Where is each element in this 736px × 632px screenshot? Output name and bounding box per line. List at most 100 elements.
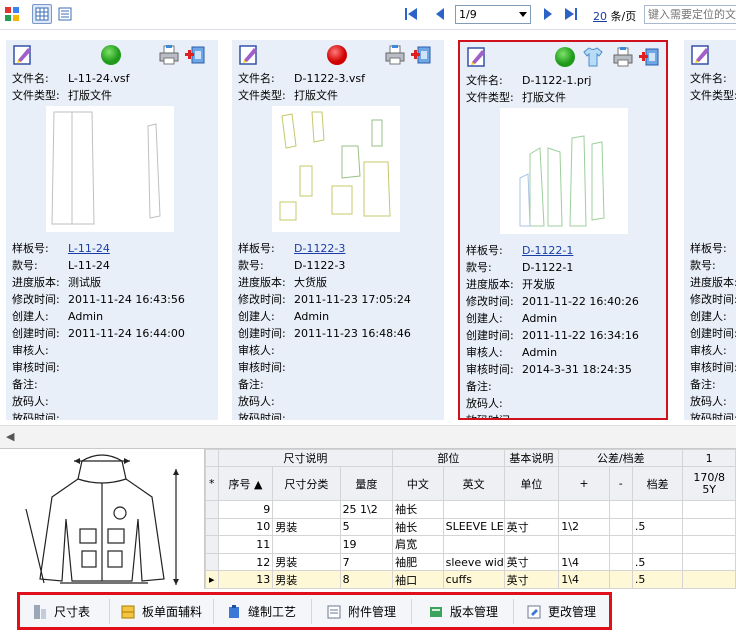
table-cell[interactable]: 25 1\2 bbox=[339, 500, 394, 519]
column-header[interactable]: 尺寸分类 bbox=[272, 466, 341, 501]
table-cell[interactable]: 男装 bbox=[272, 552, 341, 572]
group-header[interactable]: 尺寸说明 bbox=[217, 449, 394, 467]
list-view-icon[interactable] bbox=[55, 4, 75, 24]
table-cell[interactable] bbox=[682, 517, 736, 537]
table-cell[interactable] bbox=[558, 500, 610, 519]
table-cell[interactable] bbox=[631, 500, 684, 519]
table-cell[interactable] bbox=[682, 570, 736, 589]
tab-sewing-process[interactable]: 缝制工艺 bbox=[220, 599, 312, 624]
table-row[interactable]: 11 19 肩宽 bbox=[205, 535, 736, 554]
table-row[interactable]: 10男装5袖长SLEEVE LEN英寸1\2 .5 bbox=[205, 517, 736, 537]
table-cell[interactable] bbox=[608, 535, 633, 554]
app-logo-icon[interactable] bbox=[2, 4, 22, 24]
table-cell[interactable]: 10 bbox=[217, 517, 274, 537]
column-header[interactable]: 序号 ▲ bbox=[217, 466, 274, 501]
table-cell[interactable]: 男装 bbox=[272, 570, 341, 589]
field-value[interactable]: L-11-24 bbox=[68, 242, 110, 255]
add-file-icon[interactable] bbox=[638, 46, 660, 68]
next-page-icon[interactable] bbox=[542, 7, 554, 21]
table-cell[interactable]: 19 bbox=[339, 535, 394, 554]
pattern-thumbnail[interactable] bbox=[500, 108, 628, 234]
table-cell[interactable]: 1\4 bbox=[558, 552, 610, 572]
file-card[interactable]: 文件名: 文件类型: 样板号: 款号: 进度版本: 修改时间: 创建人: 创建时间: 审核人: 审… bbox=[684, 40, 736, 420]
add-file-icon[interactable] bbox=[184, 44, 206, 66]
add-file-icon[interactable] bbox=[410, 44, 432, 66]
tab-change-management[interactable]: 更改管理 bbox=[520, 599, 610, 624]
table-cell[interactable]: 男装 bbox=[272, 517, 341, 537]
file-card[interactable]: 文件名: L-11-24.vsf 文件类型: 打版文件 样板号: L-11-24 款号: L-… bbox=[6, 40, 218, 420]
table-cell[interactable]: 英寸 bbox=[503, 570, 560, 589]
field-value[interactable]: D-1122-3 bbox=[294, 242, 345, 255]
last-page-icon[interactable] bbox=[565, 7, 577, 21]
file-card[interactable]: 文件名: D-1122-3.vsf 文件类型: 打版文件 样板号: D-1122-3 款号:… bbox=[232, 40, 444, 420]
first-page-icon[interactable] bbox=[405, 7, 417, 21]
table-cell[interactable]: 1\2 bbox=[558, 517, 610, 537]
print-icon[interactable] bbox=[612, 46, 634, 68]
table-cell[interactable]: 13 bbox=[217, 570, 274, 589]
table-cell[interactable] bbox=[608, 517, 633, 537]
field-value[interactable]: D-1122-1 bbox=[522, 244, 573, 257]
table-row[interactable]: 12男装7袖肥sleeve widtl英寸1\4 .5 bbox=[205, 552, 736, 572]
table-row[interactable]: ▸ 13 男装 8 袖口 cuffs 英寸 1\4 .5 bbox=[205, 570, 736, 589]
table-cell[interactable]: 1\4 bbox=[558, 570, 610, 589]
table-cell[interactable]: sleeve widtl bbox=[442, 552, 505, 572]
edit-icon[interactable] bbox=[12, 44, 34, 66]
column-header[interactable]: 档差 bbox=[631, 466, 684, 501]
table-cell[interactable]: 肩宽 bbox=[392, 535, 444, 554]
group-header[interactable]: 部位 bbox=[392, 449, 505, 467]
table-cell[interactable] bbox=[272, 500, 341, 519]
group-header[interactable]: 公差/档差 bbox=[558, 449, 684, 467]
prev-page-icon[interactable] bbox=[434, 7, 446, 21]
row-header[interactable] bbox=[205, 500, 219, 519]
table-cell[interactable] bbox=[558, 535, 610, 554]
table-row[interactable]: 9 25 1\2 袖长 bbox=[205, 500, 736, 519]
table-cell[interactable]: .5 bbox=[631, 570, 684, 589]
table-cell[interactable] bbox=[608, 500, 633, 519]
table-cell[interactable]: 12 bbox=[217, 552, 274, 572]
table-cell[interactable]: 9 bbox=[217, 500, 274, 519]
print-icon[interactable] bbox=[384, 44, 406, 66]
table-cell[interactable] bbox=[631, 535, 684, 554]
page-select[interactable]: 1/9 bbox=[455, 5, 531, 24]
column-header[interactable]: - bbox=[608, 466, 633, 501]
row-header[interactable] bbox=[205, 535, 219, 554]
current-row-marker[interactable]: ▸ bbox=[205, 570, 219, 589]
column-header[interactable]: 英文 bbox=[442, 466, 505, 501]
table-cell[interactable]: 11 bbox=[217, 535, 274, 554]
table-cell[interactable]: cuffs bbox=[442, 570, 505, 589]
pane-splitter[interactable]: ◀ bbox=[0, 425, 736, 449]
table-cell[interactable] bbox=[442, 535, 505, 554]
group-header[interactable]: 1 bbox=[682, 449, 736, 467]
file-card[interactable]: 文件名: D-1122-1.prj 文件类型: 打版文件 样板号: D-1122-1 款号:… bbox=[458, 40, 668, 420]
table-cell[interactable]: SLEEVE LEN bbox=[442, 517, 505, 537]
table-cell[interactable] bbox=[272, 535, 341, 554]
grid-view-icon[interactable] bbox=[32, 4, 52, 24]
garment-icon[interactable] bbox=[582, 46, 604, 68]
column-header[interactable]: + bbox=[558, 466, 610, 501]
table-cell[interactable]: .5 bbox=[631, 552, 684, 572]
edit-icon[interactable] bbox=[238, 44, 260, 66]
tab-attachments[interactable]: 附件管理 bbox=[320, 599, 412, 624]
pattern-thumbnail[interactable] bbox=[46, 106, 174, 232]
table-cell[interactable]: 袖长 bbox=[392, 500, 444, 519]
tab-size-table[interactable]: 尺寸表 bbox=[26, 599, 110, 624]
tab-version-management[interactable]: 版本管理 bbox=[422, 599, 514, 624]
table-cell[interactable]: 袖长 bbox=[392, 517, 444, 537]
print-icon[interactable] bbox=[158, 44, 180, 66]
chevron-left-icon[interactable]: ◀ bbox=[6, 430, 14, 443]
edit-icon[interactable] bbox=[690, 44, 712, 66]
row-header[interactable] bbox=[205, 517, 219, 537]
table-cell[interactable]: 袖口 bbox=[392, 570, 444, 589]
table-cell[interactable]: 7 bbox=[339, 552, 394, 572]
table-cell[interactable]: 英寸 bbox=[503, 552, 560, 572]
column-header[interactable]: 中文 bbox=[392, 466, 444, 501]
table-cell[interactable] bbox=[503, 535, 560, 554]
table-cell[interactable]: 5 bbox=[339, 517, 394, 537]
column-header[interactable]: 量度 bbox=[339, 466, 394, 501]
table-cell[interactable] bbox=[503, 500, 560, 519]
table-cell[interactable] bbox=[682, 535, 736, 554]
table-cell[interactable]: 英寸 bbox=[503, 517, 560, 537]
column-header[interactable]: 170/8 5Y bbox=[682, 466, 736, 501]
edit-icon[interactable] bbox=[466, 46, 488, 68]
table-cell[interactable]: 8 bbox=[339, 570, 394, 589]
